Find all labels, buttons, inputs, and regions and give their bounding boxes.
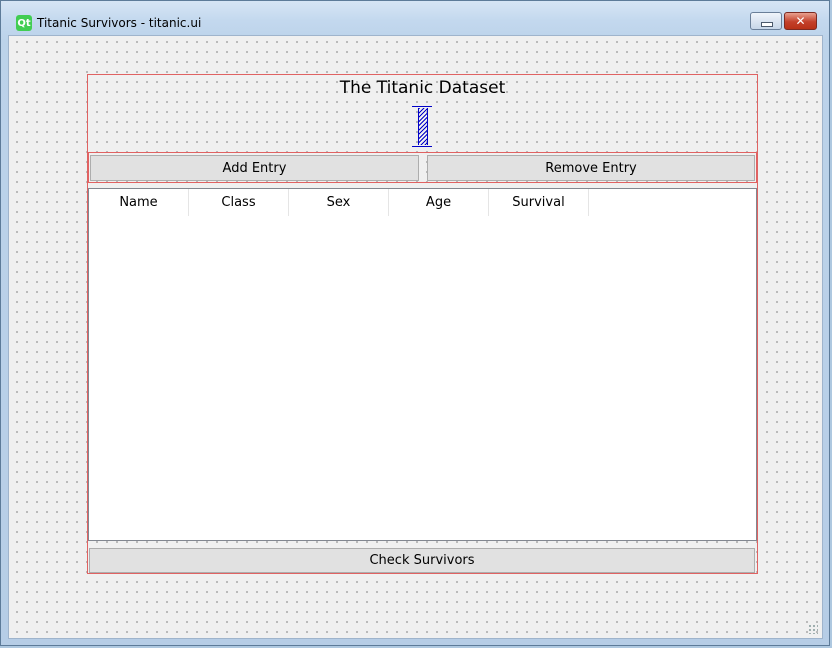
- close-button[interactable]: ✕: [784, 12, 817, 30]
- header-survival[interactable]: Survival: [489, 189, 589, 216]
- minimize-button[interactable]: [750, 12, 782, 30]
- check-survivors-button[interactable]: Check Survivors: [89, 548, 755, 573]
- header-age[interactable]: Age: [389, 189, 489, 216]
- table-header: Name Class Sex Age Survival: [89, 189, 589, 216]
- vertical-spacer[interactable]: [412, 106, 432, 147]
- header-name[interactable]: Name: [89, 189, 189, 216]
- close-icon: ✕: [795, 14, 806, 28]
- window-title: Titanic Survivors - titanic.ui: [37, 16, 202, 30]
- header-sex[interactable]: Sex: [289, 189, 389, 216]
- spacer-spring-icon: [418, 108, 428, 145]
- resize-grip-icon[interactable]: [808, 624, 818, 634]
- form-canvas[interactable]: The Titanic Dataset Add Entry Remove Ent…: [8, 35, 823, 639]
- remove-entry-button[interactable]: Remove Entry: [427, 155, 755, 181]
- data-table[interactable]: Name Class Sex Age Survival: [88, 188, 757, 541]
- page-title[interactable]: The Titanic Dataset: [87, 78, 758, 98]
- header-class[interactable]: Class: [189, 189, 289, 216]
- add-entry-button[interactable]: Add Entry: [90, 155, 419, 181]
- qt-logo-icon: Qt: [16, 15, 32, 31]
- title-bar[interactable]: Qt Titanic Survivors - titanic.ui ✕: [1, 1, 829, 35]
- designer-window: Qt Titanic Survivors - titanic.ui ✕ The …: [0, 0, 830, 646]
- minimize-icon: [761, 22, 773, 27]
- spacer-bottom-cap: [412, 146, 432, 147]
- spacer-top-cap: [412, 106, 432, 107]
